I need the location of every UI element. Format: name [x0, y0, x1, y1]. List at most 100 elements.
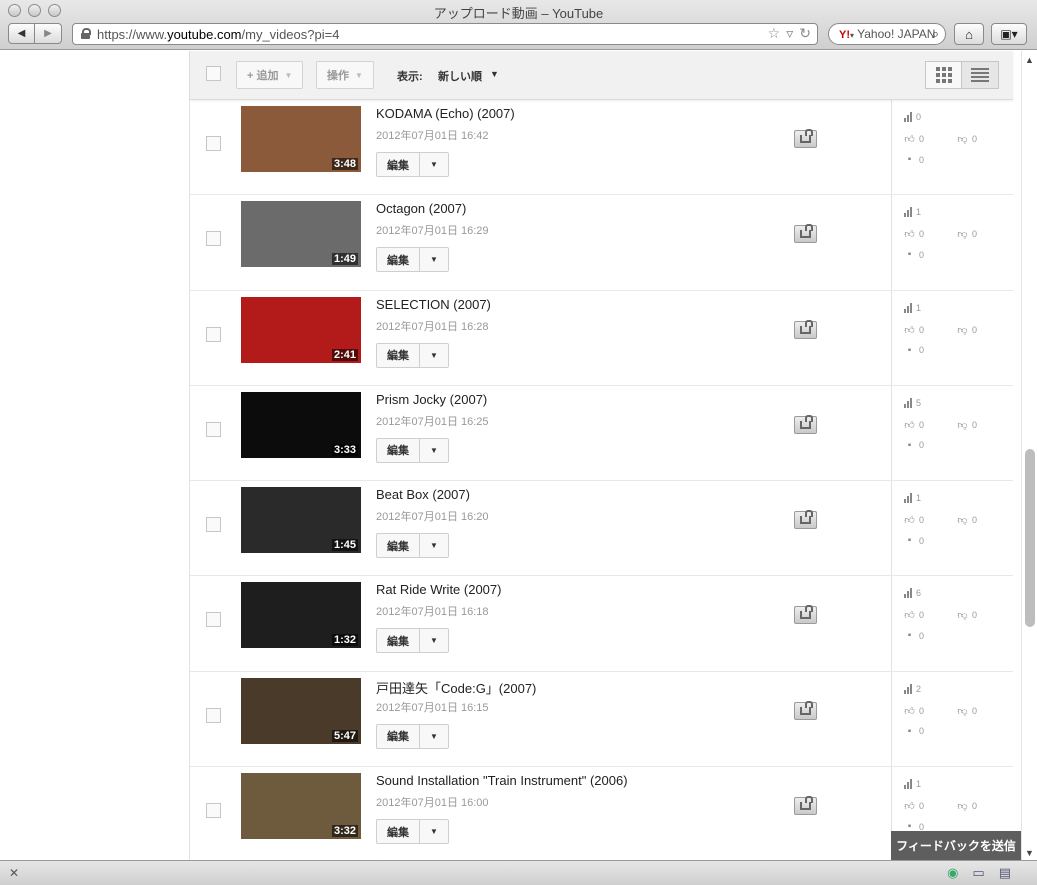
search-icon[interactable]: ⌕	[932, 26, 939, 42]
edit-button[interactable]: 編集	[377, 724, 420, 748]
reload-icon[interactable]: ↻	[799, 25, 811, 42]
privacy-public-button[interactable]	[794, 510, 817, 530]
edit-button[interactable]: 編集	[377, 534, 420, 558]
bar-chart-icon	[904, 302, 912, 313]
globe-icon[interactable]: ◉	[947, 865, 958, 881]
thumbs-up-icon: 👍︎	[904, 610, 915, 622]
privacy-public-button[interactable]	[794, 796, 817, 816]
feedback-button[interactable]: フィードバックを送信	[891, 831, 1021, 860]
views-count: 1	[916, 779, 922, 790]
caret-down-icon: ▼	[430, 541, 438, 551]
video-thumbnail[interactable]: 1:49	[241, 201, 361, 268]
edit-dropdown-button[interactable]: ▼	[420, 248, 448, 271]
grid-view-button[interactable]	[925, 61, 962, 89]
edit-dropdown-button[interactable]: ▼	[420, 820, 448, 843]
scroll-up-icon[interactable]: ▲	[1025, 55, 1034, 65]
list-view-button[interactable]	[962, 61, 999, 89]
video-date: 2012年07月01日 16:25	[376, 415, 489, 428]
comments-count: 0	[919, 154, 925, 165]
row-checkbox[interactable]	[206, 326, 221, 342]
row-checkbox[interactable]	[206, 136, 221, 151]
row-checkbox[interactable]	[206, 517, 221, 533]
dislikes-stat: 👎︎ 0	[957, 514, 977, 526]
video-title[interactable]: Octagon (2007)	[376, 201, 466, 216]
privacy-public-button[interactable]	[794, 700, 817, 720]
thumbs-up-icon: 👍︎	[904, 705, 915, 717]
privacy-public-button[interactable]	[794, 129, 817, 148]
likes-stat: 👍︎ 0	[904, 419, 924, 431]
unlock-icon	[800, 129, 813, 143]
dislikes-count: 0	[972, 610, 978, 621]
privacy-public-button[interactable]	[794, 414, 817, 434]
edit-dropdown-button[interactable]: ▼	[420, 534, 448, 557]
edit-button[interactable]: 編集	[377, 248, 420, 272]
thumbs-down-icon: 👎︎	[957, 705, 968, 717]
video-title[interactable]: SELECTION (2007)	[376, 297, 491, 312]
forward-button[interactable]: ▶	[35, 23, 62, 44]
video-thumbnail[interactable]: 3:33	[241, 391, 361, 458]
edit-button[interactable]: 編集	[377, 343, 420, 367]
video-stats: 1 👍︎ 0 👎︎ 0 ▪ 0	[891, 290, 1013, 385]
bookmark-star-icon[interactable]: ☆	[768, 25, 781, 42]
row-checkbox[interactable]	[206, 421, 221, 437]
edit-dropdown-button[interactable]: ▼	[420, 344, 448, 367]
row-checkbox[interactable]	[206, 612, 221, 628]
edit-dropdown-button[interactable]: ▼	[420, 153, 448, 176]
scroll-down-icon[interactable]: ▼	[1025, 848, 1034, 858]
edit-dropdown-button[interactable]: ▼	[420, 439, 448, 462]
privacy-public-button[interactable]	[794, 605, 817, 625]
edit-dropdown-button[interactable]: ▼	[420, 629, 448, 652]
video-title[interactable]: Rat Ride Write (2007)	[376, 582, 501, 597]
edit-button[interactable]: 編集	[377, 438, 420, 462]
video-thumbnail[interactable]: 1:45	[241, 487, 361, 554]
video-title[interactable]: KODAMA (Echo) (2007)	[376, 106, 515, 121]
bookmarks-menu-button[interactable]: ▣▾	[991, 23, 1027, 45]
home-button[interactable]: ⌂	[954, 23, 984, 45]
comments-stat: ▪ 0	[904, 345, 924, 356]
edit-button-group: 編集 ▼	[376, 819, 449, 845]
video-title[interactable]: Sound Installation "Train Instrument" (2…	[376, 773, 628, 788]
window-icon[interactable]: ▤	[999, 865, 1011, 881]
comment-icon: ▪	[907, 535, 912, 547]
edit-button[interactable]: 編集	[377, 153, 420, 176]
monitor-icon[interactable]: ▭	[972, 865, 984, 881]
views-stat: 1	[904, 302, 921, 313]
vertical-scrollbar[interactable]: ▲ ▼	[1021, 51, 1037, 860]
dropdown-icon[interactable]: ▿	[786, 25, 793, 42]
video-thumbnail[interactable]: 3:48	[241, 106, 361, 172]
scrollbar-thumb[interactable]	[1025, 449, 1035, 627]
edit-dropdown-button[interactable]: ▼	[420, 725, 448, 748]
search-engine-caret-icon: ▾	[850, 31, 855, 40]
url-path: /my_videos?pi=4	[241, 27, 340, 42]
dislikes-count: 0	[972, 134, 978, 144]
back-button[interactable]: ◀	[8, 23, 35, 44]
row-checkbox[interactable]	[206, 231, 221, 247]
privacy-public-button[interactable]	[794, 319, 817, 339]
address-bar[interactable]: https://www.youtube.com/my_videos?pi=4 ☆…	[72, 23, 818, 45]
edit-button[interactable]: 編集	[377, 629, 420, 653]
caret-down-icon: ▼	[430, 731, 438, 741]
actions-button[interactable]: 操作 ▼	[316, 61, 374, 89]
row-checkbox[interactable]	[206, 803, 221, 819]
unlock-icon	[800, 510, 813, 525]
sort-dropdown[interactable]: 新しい順	[438, 68, 482, 84]
video-thumbnail[interactable]: 3:32	[241, 773, 361, 840]
video-title[interactable]: 戸田達矢「Code:G」(2007)	[376, 678, 536, 697]
edit-button[interactable]: 編集	[377, 820, 420, 844]
comments-stat: ▪ 0	[904, 154, 924, 165]
video-title[interactable]: Prism Jocky (2007)	[376, 392, 487, 407]
add-button[interactable]: + 追加 ▼	[236, 61, 304, 89]
video-title[interactable]: Beat Box (2007)	[376, 487, 470, 502]
privacy-public-button[interactable]	[794, 224, 817, 244]
sort-caret-icon[interactable]: ▼	[490, 69, 499, 79]
video-thumbnail[interactable]: 5:47	[241, 677, 361, 744]
video-thumbnail[interactable]: 2:41	[241, 296, 361, 363]
video-thumbnail[interactable]: 1:32	[241, 582, 361, 649]
close-icon[interactable]: ✕	[9, 866, 19, 880]
row-checkbox[interactable]	[206, 707, 221, 723]
dislikes-count: 0	[972, 229, 978, 240]
dislikes-stat: 👎︎ 0	[957, 133, 977, 145]
comments-count: 0	[919, 440, 925, 451]
search-field[interactable]: Y!▾ Yahoo! JAPAN ⌕	[828, 23, 946, 45]
select-all-checkbox[interactable]	[206, 66, 221, 81]
